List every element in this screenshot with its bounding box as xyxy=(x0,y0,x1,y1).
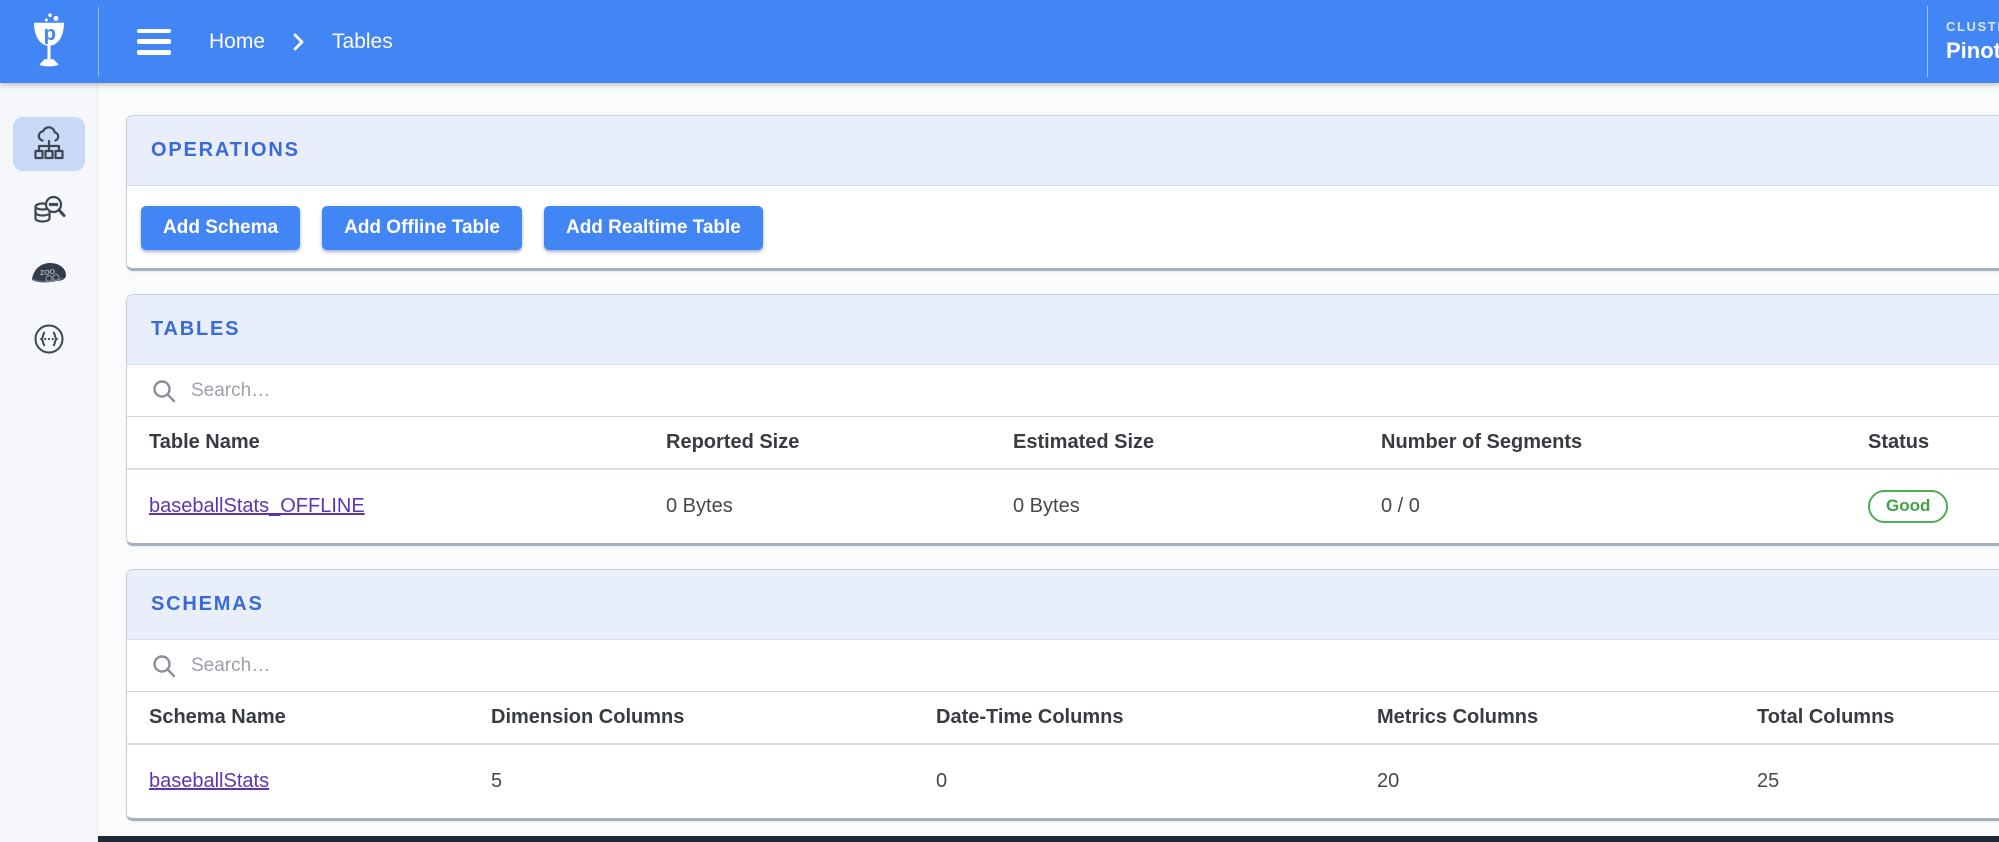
schemas-header: SCHEMAS xyxy=(127,570,1999,640)
hamburger-icon xyxy=(137,28,171,33)
reported-size-value: 0 Bytes xyxy=(666,495,733,517)
search-icon xyxy=(153,379,176,402)
svg-text:p: p xyxy=(44,22,56,44)
column-header-reported-size: Reported Size xyxy=(666,431,800,453)
schemas-column-headers: Schema Name Dimension Columns Date-Time … xyxy=(127,692,1999,745)
segments-value: 0 / 0 xyxy=(1381,495,1420,517)
top-bar: p Home Tables CLUSTER Pinot xyxy=(0,0,1999,83)
tables-search-input[interactable] xyxy=(191,379,611,402)
swagger-icon xyxy=(34,324,63,354)
status-badge: Good xyxy=(1868,490,1949,523)
estimated-size-value: 0 Bytes xyxy=(1013,495,1080,517)
pinot-logo[interactable]: p xyxy=(0,0,98,83)
column-header-dimension-columns: Dimension Columns xyxy=(491,706,685,728)
operations-header: OPERATIONS xyxy=(127,116,1999,186)
operations-buttons: Add Schema Add Offline Table Add Realtim… xyxy=(127,186,1999,268)
database-search-icon xyxy=(33,195,65,223)
column-header-total-columns: Total Columns xyxy=(1757,706,1895,728)
column-header-estimated-size: Estimated Size xyxy=(1013,431,1155,453)
operations-card: OPERATIONS Add Schema Add Offline Table … xyxy=(126,115,1999,271)
sidebar-item-zookeeper-browser[interactable]: ZOO xyxy=(13,247,85,301)
zookeeper-icon: ZOO xyxy=(31,263,66,283)
schemas-card: SCHEMAS Schema Name Dimension Columns Da… xyxy=(126,569,1999,821)
schemas-title: SCHEMAS xyxy=(151,593,264,615)
menu-toggle-button[interactable] xyxy=(137,28,171,55)
operations-title: OPERATIONS xyxy=(151,139,300,161)
search-icon xyxy=(153,654,176,677)
dimension-columns-value: 5 xyxy=(491,770,503,792)
cluster-label: CLUSTER xyxy=(1946,19,1999,34)
column-header-table-name: Table Name xyxy=(149,431,260,453)
column-header-status: Status xyxy=(1868,431,1930,453)
sidebar-item-query-console[interactable] xyxy=(13,182,85,236)
main-content: OPERATIONS Add Schema Add Offline Table … xyxy=(98,83,1999,842)
schemas-search-row xyxy=(127,640,1999,692)
total-columns-value: 25 xyxy=(1757,770,1780,792)
column-header-metrics-columns: Metrics Columns xyxy=(1377,706,1539,728)
schema-name-link[interactable]: baseballStats xyxy=(149,770,269,792)
breadcrumb: Home Tables xyxy=(209,30,393,54)
column-header-segments: Number of Segments xyxy=(1381,431,1583,453)
tables-card: TABLES Table Name Reported Size Estimate… xyxy=(126,294,1999,546)
pinot-wine-glass-icon: p xyxy=(34,12,64,66)
breadcrumb-current: Tables xyxy=(332,29,393,53)
cluster-info: CLUSTER Pinot xyxy=(1927,6,1999,77)
tables-header: TABLES xyxy=(127,295,1999,365)
add-realtime-table-button[interactable]: Add Realtime Table xyxy=(543,206,763,250)
column-header-schema-name: Schema Name xyxy=(149,706,286,728)
datetime-columns-value: 0 xyxy=(936,770,948,792)
pinot-controller-ui: p Home Tables CLUSTER Pinot xyxy=(0,0,1999,842)
sidebar-item-cluster-manager[interactable] xyxy=(12,117,85,171)
metrics-columns-value: 20 xyxy=(1377,770,1400,792)
cluster-icon xyxy=(33,126,64,160)
bottom-divider xyxy=(0,836,1999,842)
column-header-datetime-columns: Date-Time Columns xyxy=(936,706,1124,728)
tables-column-headers: Table Name Reported Size Estimated Size … xyxy=(127,417,1999,470)
cluster-name: Pinot xyxy=(1946,38,1999,63)
table-name-link[interactable]: baseballStats_OFFLINE xyxy=(149,495,365,517)
topbar-divider xyxy=(98,6,99,77)
add-schema-button[interactable]: Add Schema xyxy=(141,206,301,250)
schemas-search-input[interactable] xyxy=(191,654,611,677)
chevron-right-icon xyxy=(293,33,304,50)
breadcrumb-home[interactable]: Home xyxy=(209,30,265,54)
table-row: baseballStats_OFFLINE 0 Bytes 0 Bytes 0 … xyxy=(127,470,1999,543)
tables-title: TABLES xyxy=(151,318,241,340)
tables-search-row xyxy=(127,365,1999,417)
sidebar: ZOO xyxy=(0,83,98,842)
schema-row: baseballStats 5 0 20 25 xyxy=(127,745,1999,818)
add-offline-table-button[interactable]: Add Offline Table xyxy=(322,206,522,250)
sidebar-item-swagger-api[interactable] xyxy=(13,312,85,366)
